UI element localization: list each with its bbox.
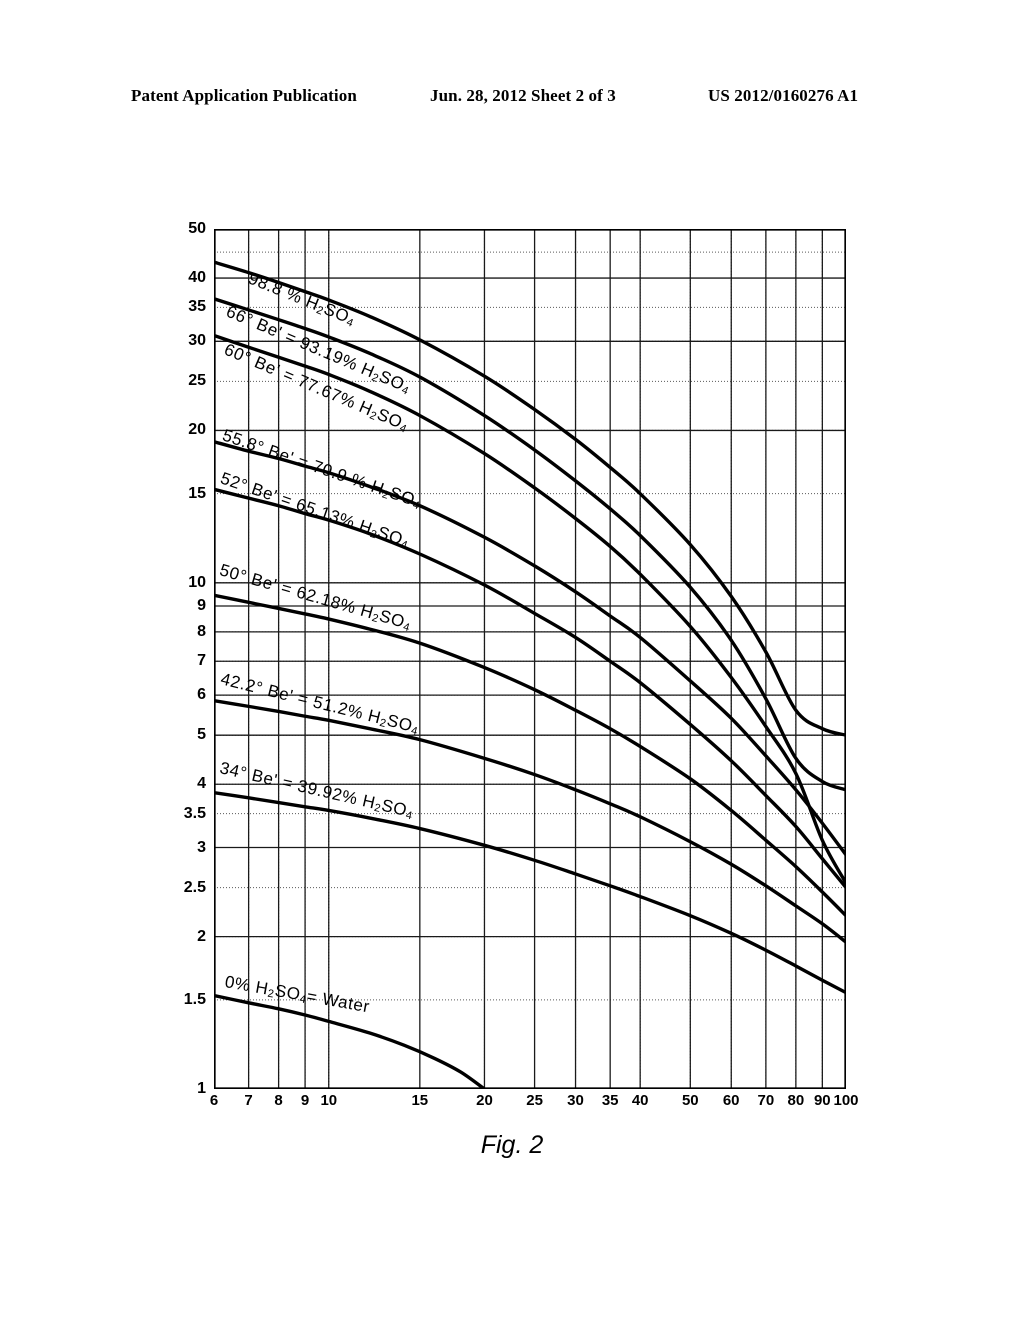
x-axis-tick: 10 bbox=[320, 1092, 338, 1109]
x-axis-tick: 6 bbox=[209, 1092, 219, 1109]
x-axis-tick-labels: 6 7 8 9 10 15 20 25 30 35 40 50 60 70 80 90 100 bbox=[210, 1092, 859, 1117]
y-axis-tick-labels: 1 1.5 2 2.5 3 3.5 4 5 6 7 8 9 10 15 20 25 30 35 40 50 bbox=[170, 221, 206, 1097]
y-axis-tick: 25 bbox=[188, 372, 206, 390]
x-axis-tick: 35 bbox=[601, 1092, 619, 1109]
x-axis-tick: 40 bbox=[631, 1092, 649, 1109]
y-axis-tick: 6 bbox=[197, 686, 206, 704]
y-axis-tick: 30 bbox=[188, 332, 206, 350]
x-axis-tick: 70 bbox=[757, 1092, 775, 1109]
x-axis-tick: 8 bbox=[274, 1092, 283, 1109]
figure-2: 1 1.5 2 2.5 3 3.5 4 5 6 7 8 9 10 15 20 25 30 35 40 50 98.8 … bbox=[0, 0, 1024, 1320]
x-axis-tick: 80 bbox=[787, 1092, 805, 1109]
x-axis-tick: 25 bbox=[526, 1092, 543, 1109]
y-axis-tick: 5 bbox=[197, 726, 206, 744]
y-axis-tick: 40 bbox=[188, 269, 206, 287]
y-axis-tick: 7 bbox=[197, 652, 206, 670]
chart-curve bbox=[214, 790, 846, 995]
x-axis-tick: 9 bbox=[300, 1092, 310, 1109]
y-axis-tick: 20 bbox=[188, 421, 206, 439]
x-axis-tick: 7 bbox=[244, 1092, 253, 1109]
y-axis-tick: 2.5 bbox=[183, 878, 206, 896]
y-axis-tick: 2 bbox=[197, 927, 206, 945]
chart-curve bbox=[214, 593, 846, 918]
y-axis-tick: 3.5 bbox=[183, 804, 206, 822]
chart-svg bbox=[214, 229, 846, 1089]
chart-curve bbox=[214, 698, 846, 944]
figure-caption: Fig. 2 bbox=[480, 1131, 544, 1159]
x-axis-tick: 20 bbox=[476, 1092, 493, 1109]
chart-plot-area: 98.8 % H2SO4 66° Be' = 93.19% H2SO4 60° Be… bbox=[214, 229, 846, 1089]
x-axis-tick: 15 bbox=[411, 1092, 429, 1109]
y-axis-tick: 8 bbox=[197, 622, 206, 640]
x-axis-tick: 50 bbox=[681, 1092, 699, 1109]
x-axis-tick: 90 bbox=[813, 1092, 831, 1109]
y-axis-tick: 15 bbox=[188, 484, 206, 502]
x-axis-tick: 100 bbox=[833, 1092, 859, 1109]
y-axis-tick: 9 bbox=[197, 597, 206, 614]
y-axis-tick: 10 bbox=[188, 573, 206, 591]
x-axis-tick: 30 bbox=[567, 1092, 584, 1109]
x-axis-tick: 60 bbox=[722, 1092, 740, 1109]
y-axis-tick: 50 bbox=[188, 220, 206, 237]
y-axis-tick: 4 bbox=[197, 775, 206, 793]
y-axis-tick: 1.5 bbox=[183, 990, 206, 1008]
y-axis-tick: 35 bbox=[188, 298, 206, 316]
y-axis-tick: 1 bbox=[197, 1080, 206, 1097]
y-axis-tick: 3 bbox=[197, 838, 206, 856]
